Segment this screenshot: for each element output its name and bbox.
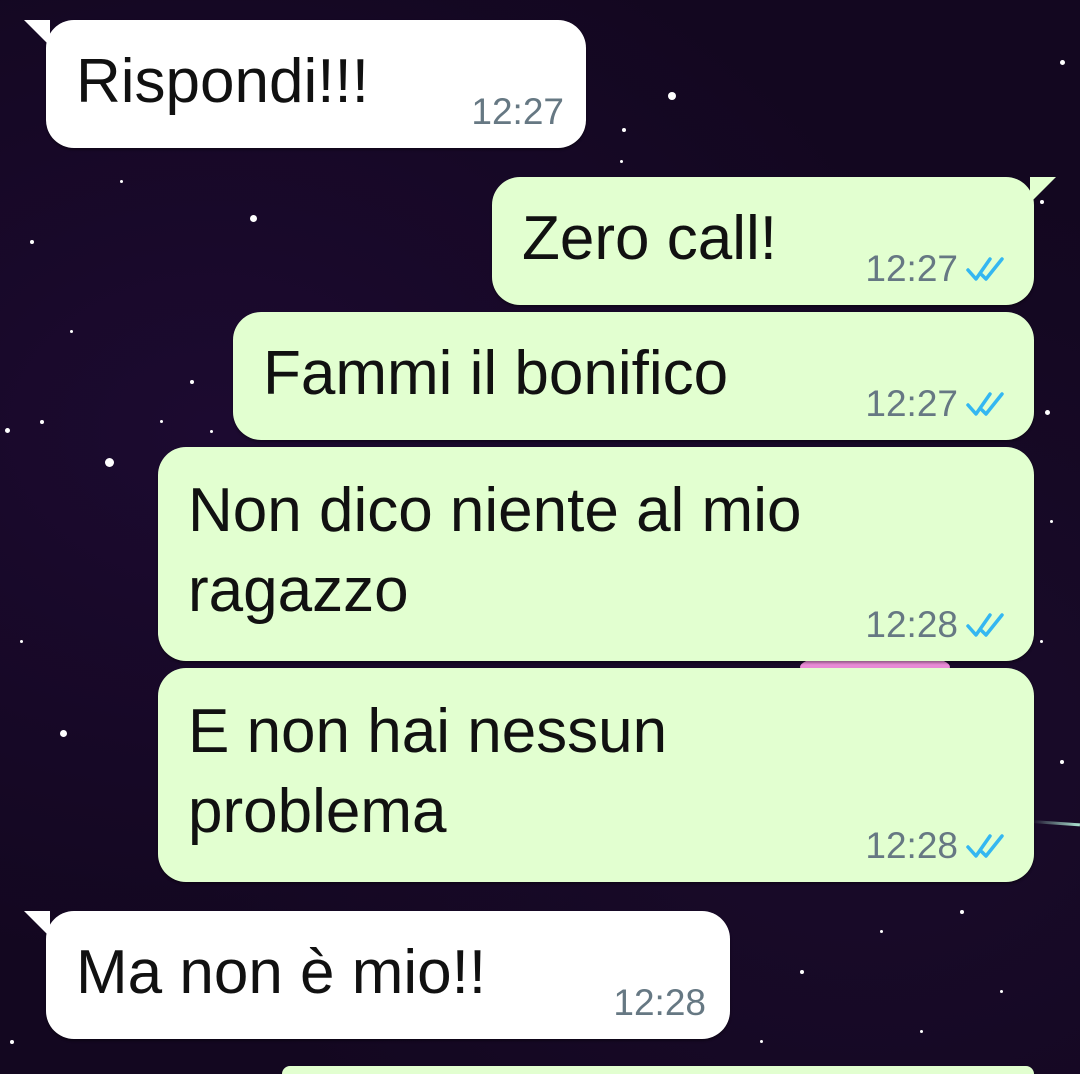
message-time: 12:27 <box>865 248 958 289</box>
wallpaper-light-streak <box>1031 820 1080 827</box>
message-bubble-outgoing[interactable]: E non hai nessun problema 12:28 <box>158 668 1034 882</box>
message-text: Fammi il bonifico <box>263 339 729 408</box>
message-meta: 12:27 <box>865 249 1010 289</box>
wallpaper-star <box>160 420 163 423</box>
message-bubble-outgoing-partial[interactable] <box>282 1066 1034 1074</box>
wallpaper-star <box>880 930 883 933</box>
wallpaper-star <box>210 430 213 433</box>
message-meta: 12:27 <box>471 92 564 132</box>
message-bubble-incoming[interactable]: Rispondi!!! 12:27 <box>24 20 586 148</box>
wallpaper-star <box>250 215 257 222</box>
wallpaper-star <box>70 330 73 333</box>
wallpaper-star <box>622 128 626 132</box>
wallpaper-star <box>1060 60 1065 65</box>
double-check-icon <box>966 392 1004 416</box>
wallpaper-star <box>920 1030 923 1033</box>
double-check-icon <box>966 834 1004 858</box>
message-text: Ma non è mio!! <box>76 938 487 1007</box>
double-check-icon <box>966 613 1004 637</box>
wallpaper-star <box>40 420 44 424</box>
message-bubble-outgoing[interactable]: Fammi il bonifico 12:27 <box>233 312 1034 440</box>
message-time: 12:28 <box>613 982 706 1023</box>
message-meta: 12:28 <box>865 826 1010 866</box>
message-text: Zero call! <box>522 204 777 273</box>
wallpaper-star <box>1060 760 1064 764</box>
message-bubble-outgoing[interactable]: Zero call! 12:27 <box>492 177 1056 305</box>
wallpaper-star <box>30 240 34 244</box>
wallpaper-star <box>960 910 964 914</box>
wallpaper-star <box>800 970 804 974</box>
message-time: 12:28 <box>865 604 958 645</box>
wallpaper-star <box>1040 640 1043 643</box>
bubble-tail <box>24 911 50 937</box>
wallpaper-star <box>1045 410 1050 415</box>
wallpaper-star <box>760 1040 763 1043</box>
message-bubble-outgoing[interactable]: Non dico niente al mio ragazzo 12:28 <box>158 447 1034 661</box>
wallpaper-star <box>105 458 114 467</box>
wallpaper-star <box>60 730 67 737</box>
wallpaper-star <box>5 428 10 433</box>
wallpaper-star <box>190 380 194 384</box>
wallpaper-star <box>668 92 676 100</box>
double-check-icon <box>966 257 1004 281</box>
message-text: Rispondi!!! <box>76 47 369 116</box>
message-bubble-incoming[interactable]: Ma non è mio!! 12:28 <box>24 911 730 1039</box>
bubble-tail <box>1030 177 1056 203</box>
message-time: 12:27 <box>865 383 958 424</box>
wallpaper-star <box>1000 990 1003 993</box>
message-meta: 12:27 <box>865 384 1010 424</box>
wallpaper-star <box>1050 520 1053 523</box>
bubble-tail <box>24 20 50 46</box>
message-text: E non hai nessun problema <box>188 697 668 846</box>
wallpaper-star <box>10 1040 14 1044</box>
wallpaper-star <box>620 160 623 163</box>
wallpaper-star <box>20 640 23 643</box>
message-meta: 12:28 <box>865 605 1010 645</box>
message-meta: 12:28 <box>613 983 706 1023</box>
message-time: 12:27 <box>471 91 564 132</box>
wallpaper-star <box>120 180 123 183</box>
message-text: Non dico niente al mio ragazzo <box>188 476 802 625</box>
message-time: 12:28 <box>865 825 958 866</box>
